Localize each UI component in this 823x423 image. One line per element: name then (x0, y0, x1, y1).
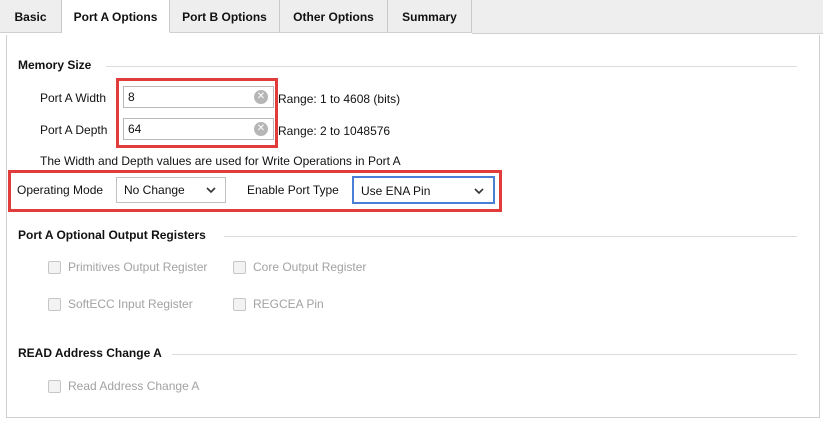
tab-basic[interactable]: Basic (0, 0, 62, 33)
tab-bar-filler (472, 0, 823, 34)
read-address-change-title: READ Address Change A (18, 346, 162, 360)
section-divider (106, 66, 797, 67)
core-output-register-label: Core Output Register (253, 260, 367, 274)
width-depth-note: The Width and Depth values are used for … (40, 154, 401, 168)
regcea-pin-checkbox[interactable] (233, 298, 246, 311)
port-a-depth-range: Range: 2 to 1048576 (278, 124, 391, 138)
core-output-register-checkbox[interactable] (233, 261, 246, 274)
tab-port-b-options[interactable]: Port B Options (170, 0, 280, 33)
optional-output-registers-title: Port A Optional Output Registers (18, 228, 206, 242)
regcea-pin-label: REGCEA Pin (253, 297, 324, 311)
port-a-width-label: Port A Width (40, 91, 107, 105)
section-divider (172, 354, 797, 355)
highlight-box-mode-row (8, 170, 502, 212)
tab-bar: Basic Port A Options Port B Options Othe… (0, 0, 823, 34)
port-a-depth-label: Port A Depth (40, 123, 108, 137)
highlight-box-size-fields (116, 78, 278, 148)
read-address-change-checkbox[interactable] (48, 380, 61, 393)
section-divider (224, 236, 797, 237)
tab-summary[interactable]: Summary (388, 0, 472, 33)
port-a-width-range: Range: 1 to 4608 (bits) (278, 92, 401, 106)
primitives-output-register-label: Primitives Output Register (68, 260, 208, 274)
tab-other-options[interactable]: Other Options (280, 0, 388, 33)
memory-size-title: Memory Size (18, 58, 92, 72)
softecc-input-register-checkbox[interactable] (48, 298, 61, 311)
tab-port-a-options[interactable]: Port A Options (62, 0, 170, 33)
primitives-output-register-checkbox[interactable] (48, 261, 61, 274)
read-address-change-label: Read Address Change A (68, 379, 200, 393)
softecc-input-register-label: SoftECC Input Register (68, 297, 193, 311)
